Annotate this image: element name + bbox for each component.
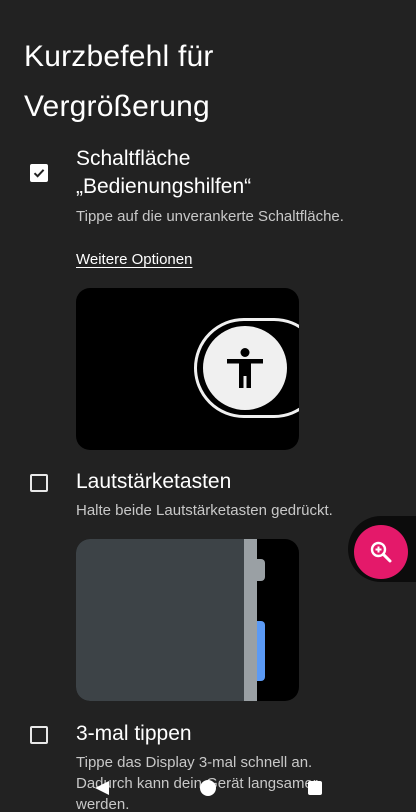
screen: Kurzbefehl für Vergrößerung Schaltfläche… <box>0 0 416 812</box>
accessibility-button-subtitle: Tippe auf die unverankerte Schaltfläche. <box>76 208 344 225</box>
magnify-plus-icon <box>370 541 392 563</box>
page-title: Kurzbefehl für Vergrößerung <box>24 40 214 123</box>
accessibility-button-preview <box>76 288 299 450</box>
navigation-bar <box>0 766 416 812</box>
volume-keys-checkbox[interactable] <box>30 474 48 492</box>
accessibility-button-title-line2[interactable]: „Bedienungshilfen“ <box>76 173 251 201</box>
accessibility-button-checkbox[interactable] <box>30 164 48 182</box>
triple-tap-title[interactable]: 3-mal tippen <box>76 720 192 748</box>
back-triangle-icon[interactable] <box>94 780 110 796</box>
magnification-floating-button[interactable] <box>354 525 408 579</box>
volume-keys-subtitle: Halte beide Lautstärketasten gedrückt. <box>76 502 333 519</box>
volume-key-highlight-illustration <box>257 621 265 681</box>
recents-square-icon[interactable] <box>308 781 322 795</box>
check-icon <box>33 169 45 178</box>
accessibility-icon <box>227 348 263 388</box>
volume-keys-title[interactable]: Lautstärketasten <box>76 468 231 496</box>
phone-body-illustration <box>76 539 244 701</box>
triple-tap-checkbox[interactable] <box>30 726 48 744</box>
accessibility-button-title-line1[interactable]: Schaltfläche <box>76 145 190 173</box>
accessibility-button-illustration <box>203 326 287 410</box>
more-options-link[interactable]: Weitere Optionen <box>76 250 192 270</box>
phone-edge-illustration <box>244 539 257 701</box>
home-circle-icon[interactable] <box>200 780 216 796</box>
volume-keys-preview <box>76 539 299 701</box>
volume-key-illustration <box>257 559 265 581</box>
